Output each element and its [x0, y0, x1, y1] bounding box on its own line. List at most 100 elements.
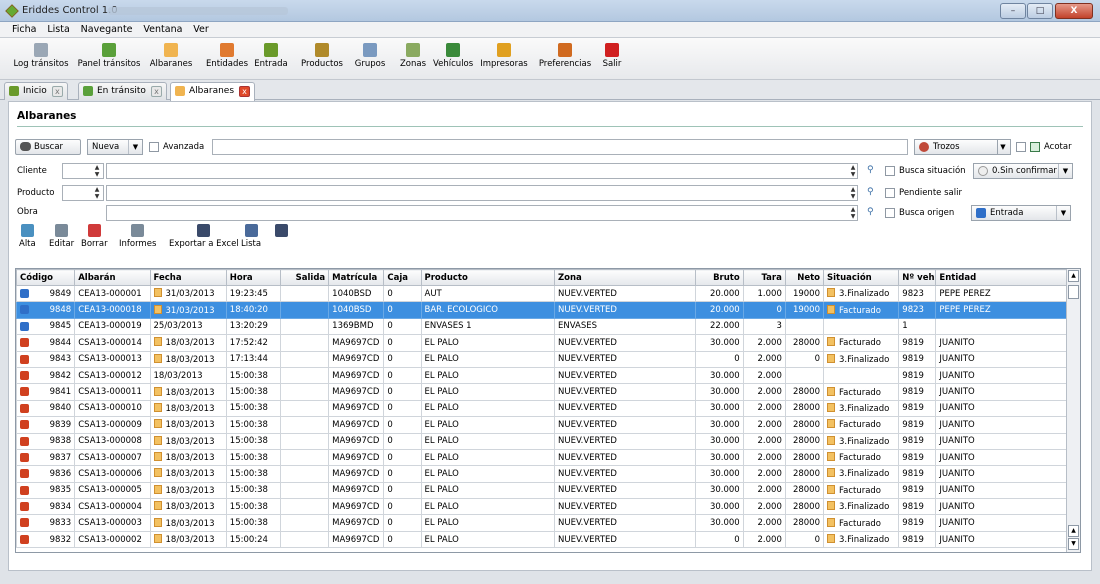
buscar-button[interactable]: Buscar — [15, 139, 81, 155]
table-row[interactable]: 9849 CEA13-000001 31/03/2013 19:23:45 1040BS… — [16, 284, 1067, 303]
toolbar-impresoras-button[interactable]: Impresoras — [479, 40, 529, 76]
avanzada-checkbox[interactable] — [149, 142, 159, 152]
table-row[interactable]: 9840 CSA13-000010 18/03/2013 15:00:38 MA9697… — [16, 399, 1067, 418]
table-row[interactable]: 9848 CEA13-000018 31/03/2013 18:40:20 1040BS… — [16, 301, 1067, 319]
search-icon[interactable]: ⚲ — [867, 207, 879, 219]
producto-name-input[interactable] — [106, 185, 858, 201]
close-button[interactable]: X — [1055, 3, 1093, 19]
toolbar-entrada-button[interactable]: Entrada — [252, 40, 290, 76]
scroll-down-icon[interactable]: ▼ — [1068, 538, 1079, 550]
situacion-value: 3.Finalizado — [839, 354, 890, 365]
menu-ventana[interactable]: Ventana — [143, 22, 182, 38]
column-header[interactable]: Fecha — [149, 269, 227, 286]
obra-input[interactable] — [106, 205, 858, 221]
tab-label: Albaranes — [189, 86, 235, 96]
menu-ficha[interactable]: Ficha — [12, 22, 36, 38]
toolbar-preferencias-button[interactable]: Preferencias — [536, 40, 594, 76]
search-icon[interactable]: ⚲ — [867, 165, 879, 177]
close-tab-icon[interactable]: x — [239, 86, 251, 97]
spinner-icon[interactable]: ▲ ▼ — [93, 164, 101, 178]
spinner-icon[interactable]: ▲ ▼ — [849, 164, 857, 178]
toolbar-panel-tránsitos-button[interactable]: Panel tránsitos — [77, 40, 141, 76]
lista-button[interactable]: Lista — [241, 224, 261, 249]
toolbar-grupos-button[interactable]: Grupos — [352, 40, 388, 76]
table-row[interactable]: 9844 CSA13-000014 18/03/2013 17:52:42 MA9697… — [16, 334, 1067, 352]
exportar-a-excel-button[interactable]: Exportar a Excel — [169, 224, 239, 249]
column-header[interactable]: Tara — [742, 269, 786, 286]
situacion-select[interactable]: 0.Sin confirmar ▼ — [973, 163, 1073, 179]
table-row[interactable]: 9832 CSA13-000002 18/03/2013 15:00:24 MA9697… — [16, 530, 1067, 549]
toolbar-productos-button[interactable]: Productos — [299, 40, 345, 76]
column-header[interactable]: Salida — [279, 269, 330, 286]
entrada-select[interactable]: Entrada ▼ — [971, 205, 1071, 221]
search-mode-select[interactable]: Nueva ▼ — [87, 139, 143, 155]
menu-ver[interactable]: Ver — [193, 22, 209, 38]
table-row[interactable]: 9843 CSA13-000013 18/03/2013 17:13:44 MA9697… — [16, 350, 1067, 368]
table-row[interactable]: 9839 CSA13-000009 18/03/2013 15:00:38 MA9697… — [16, 416, 1067, 434]
acotar-checkbox[interactable] — [1016, 142, 1026, 152]
scroll-up-icon[interactable]: ▲ — [1068, 270, 1079, 282]
search-input[interactable] — [212, 139, 908, 155]
table-row[interactable]: 9835 CSA13-000005 18/03/2013 15:00:38 MA9697… — [16, 481, 1067, 500]
table-row[interactable]: 9845 CEA13-000019 25/03/2013 13:20:29 1369BM… — [16, 317, 1067, 336]
maximize-button[interactable]: □ — [1027, 3, 1053, 19]
search-icon[interactable]: ⚲ — [867, 187, 879, 199]
toolbar-salir-button[interactable]: Salir — [599, 40, 625, 76]
pendiente-salir-checkbox[interactable] — [885, 188, 895, 198]
toolbar-log-tránsitos-button[interactable]: Log tránsitos — [12, 40, 70, 76]
toolbar-albaranes-button[interactable]: Albaranes — [148, 40, 194, 76]
toolbar-vehículos-button[interactable]: Vehículos — [433, 40, 473, 76]
cell-producto: EL PALO — [420, 383, 555, 401]
tab-en-transito[interactable]: En tránsito x — [78, 82, 167, 100]
minimize-button[interactable]: – — [1000, 3, 1026, 19]
borrar-button[interactable]: Borrar — [81, 224, 108, 249]
column-header[interactable]: Caja — [383, 269, 422, 286]
scroll-top-icon[interactable]: ▲ — [1068, 525, 1079, 537]
print-list-button[interactable] — [275, 224, 288, 239]
column-header[interactable]: Hora — [225, 269, 281, 286]
busca-origen-checkbox[interactable] — [885, 208, 895, 218]
trozos-dropdown-button[interactable]: ▼ — [997, 139, 1011, 155]
tab-albaranes[interactable]: Albaranes x — [170, 82, 256, 101]
alta-button[interactable]: Alta — [19, 224, 36, 249]
toolbar-zonas-button[interactable]: Zonas — [398, 40, 428, 76]
spinner-icon[interactable]: ▲ ▼ — [849, 186, 857, 200]
column-header[interactable]: Nº veh — [898, 269, 937, 286]
column-header[interactable]: Entidad — [935, 269, 1067, 286]
albaran-value: CSA13-000004 — [78, 501, 142, 512]
column-header[interactable]: Neto — [784, 269, 825, 286]
column-header[interactable]: Producto — [420, 269, 555, 286]
salida-icon — [20, 420, 29, 430]
cliente-name-input[interactable] — [106, 163, 858, 179]
spinner-icon[interactable]: ▲ ▼ — [849, 206, 857, 220]
cell-hora: 18:40:20 — [225, 301, 281, 319]
table-row[interactable]: 9842 CSA13-000012 18/03/2013 15:00:38 MA9697… — [16, 366, 1067, 385]
table-row[interactable]: 9838 CSA13-000008 18/03/2013 15:00:38 MA9697… — [16, 432, 1067, 450]
close-tab-icon[interactable]: x — [150, 86, 162, 97]
table-row[interactable]: 9833 CSA13-000003 18/03/2013 15:00:38 MA9697… — [16, 514, 1067, 532]
column-header[interactable]: Bruto — [694, 269, 744, 286]
vertical-scrollbar[interactable]: ▲ ▲ ▼ — [1066, 269, 1080, 552]
table-row[interactable]: 9841 CSA13-000011 18/03/2013 15:00:38 MA9697… — [16, 383, 1067, 401]
table-row[interactable]: 9834 CSA13-000004 18/03/2013 15:00:38 MA9697… — [16, 498, 1067, 516]
toolbar-entidades-button[interactable]: Entidades — [205, 40, 249, 76]
column-header[interactable]: Albarán — [74, 269, 151, 286]
table-row[interactable]: 9836 CSA13-000006 18/03/2013 15:00:38 MA9697… — [16, 465, 1067, 483]
menu-lista[interactable]: Lista — [47, 22, 69, 38]
tab-inicio[interactable]: Inicio x — [4, 82, 68, 100]
table-row[interactable]: 9837 CSA13-000007 18/03/2013 15:00:38 MA9697… — [16, 448, 1067, 467]
menu-navegante[interactable]: Navegante — [81, 22, 133, 38]
matricula-value: MA9697CD — [332, 501, 380, 512]
busca-situacion-checkbox[interactable] — [885, 166, 895, 176]
spinner-icon[interactable]: ▲ ▼ — [93, 186, 101, 200]
editar-button[interactable]: Editar — [49, 224, 74, 249]
column-header[interactable]: Código — [16, 269, 76, 286]
entidad-value: JUANITO — [939, 501, 975, 512]
scroll-thumb[interactable] — [1068, 285, 1079, 299]
close-tab-icon[interactable]: x — [51, 86, 63, 97]
situacion-value: Facturado — [839, 305, 882, 316]
column-header[interactable]: Situación — [822, 269, 900, 286]
column-header[interactable]: Matrícula — [328, 269, 385, 286]
informes-button[interactable]: Informes — [119, 224, 156, 249]
column-header[interactable]: Zona — [554, 269, 696, 286]
